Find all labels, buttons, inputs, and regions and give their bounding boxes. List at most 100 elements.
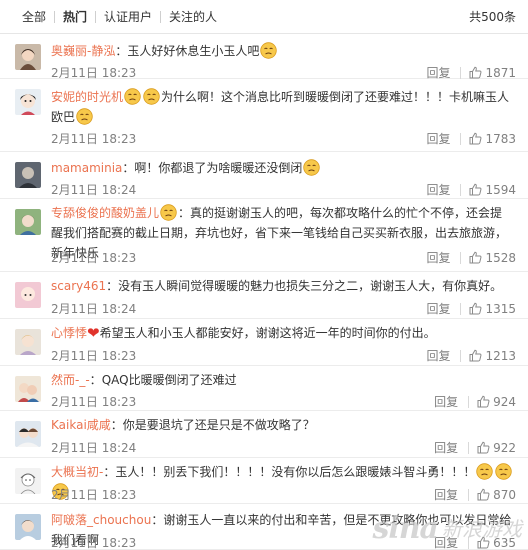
user-avatar[interactable] [15,44,41,70]
user-avatar[interactable] [15,282,41,308]
tab-following[interactable]: 关注的人 [161,0,225,34]
reply-button[interactable]: 回复 [426,181,460,198]
comment-separator: ： [106,279,119,293]
comment-timestamp: 2月11日 18:24 [51,441,137,455]
comment-total-count: 共500条 [469,10,516,24]
user-avatar[interactable] [15,89,41,115]
like-button[interactable]: 1213 [469,349,516,363]
reply-button[interactable]: 回复 [426,300,460,317]
like-count: 922 [493,440,516,455]
comment-body: 玉人好好休息生小玉人吧 [127,44,260,58]
comment-item: mamaminia：啊！你都退了为啥暖暖还没倒闭 2月11日 18:24 回复 159… [0,152,528,199]
thumbs-up-icon [477,488,490,501]
comment-body: 你是要退坑了还是只是不做攻略了？ [122,418,315,432]
comment-timestamp: 2月11日 18:24 [51,302,137,316]
comment-actions: 回复 1528 [426,249,516,266]
comment-timestamp: 2月11日 18:23 [51,488,137,502]
comment-item: scary461：没有玉人瞬间觉得暖暖的魅力也损失三分之二，谢谢玉人大，有你真好… [0,272,528,319]
tab-verified-users[interactable]: 认证用户 [96,0,160,34]
action-divider [460,183,462,196]
comment-item: 专舔俊俊的酸奶盖儿 ：真的挺谢谢玉人的吧，每次都攻略什么的忙个不停，还会提醒我们搭… [0,199,528,272]
action-divider [468,488,470,501]
action-divider [468,395,470,408]
like-count: 1528 [485,250,516,265]
comment-text: mamaminia：啊！你都退了为啥暖暖还没倒闭 [51,158,514,178]
reply-button[interactable]: 回复 [434,393,468,410]
comment-username[interactable]: 然而-_- [51,373,90,387]
thumbs-up-icon [469,66,482,79]
like-button[interactable]: 1871 [469,66,516,80]
reply-button[interactable]: 回复 [426,130,460,147]
thumbs-up-icon [469,183,482,196]
comment-text: scary461：没有玉人瞬间觉得暖暖的魅力也损失三分之二，谢谢玉人大，有你真好… [51,276,514,296]
comment-filter-tabs: 全部 热门 认证用户 关注的人 [0,0,528,34]
like-count: 924 [493,394,516,409]
user-avatar[interactable] [15,209,41,235]
reply-button[interactable]: 回复 [426,249,460,266]
like-button[interactable]: 1315 [469,302,516,316]
emoticon-icon [160,204,177,221]
user-avatar[interactable] [15,329,41,355]
comment-timestamp: 2月11日 18:23 [51,251,137,265]
comment-separator: ： [103,465,116,479]
sina-games-watermark: sina 新浪游戏 [372,511,522,546]
comment-username[interactable]: 专舔俊俊的酸奶盖儿 [51,206,159,220]
comment-item: 然而-_-：QAQ比暖暖倒闭了还难过 2月11日 18:23 回复 924 [0,366,528,411]
like-button[interactable]: 1783 [469,132,516,146]
comment-username[interactable]: 阿啵落_chouchou [51,513,151,527]
emoticon-icon [303,159,321,176]
comment-actions: 回复 1315 [426,300,516,317]
like-button[interactable]: 1594 [469,183,516,197]
action-divider [460,302,462,315]
like-count: 1783 [485,131,516,146]
comment-actions: 回复 924 [434,393,516,410]
like-button[interactable]: 870 [477,488,516,502]
comment-item: 奥巍丽-静泓：玉人好好休息生小玉人吧 2月11日 18:23 回复 1871 [0,34,528,80]
tab-all[interactable]: 全部 [14,0,54,34]
heart-icon: ❤ [87,324,100,342]
like-button[interactable]: 922 [477,441,516,455]
action-divider [460,66,462,79]
comment-actions: 回复 1213 [426,347,516,364]
comment-separator: ： [89,373,102,387]
comment-separator: ： [110,418,123,432]
comment-username[interactable]: 安妮的时光机 [51,90,123,104]
comment-actions: 回复 922 [434,439,516,456]
comment-timestamp: 2月11日 18:23 [51,132,137,146]
tab-hot[interactable]: 热门 [55,0,95,34]
reply-button[interactable]: 回复 [426,347,460,364]
user-avatar[interactable] [15,468,41,494]
comment-username[interactable]: Kaikai咸咸 [51,418,111,432]
user-avatar[interactable] [15,514,41,540]
comment-username[interactable]: 心悸悸 [51,326,87,340]
comment-username[interactable]: scary461 [51,279,106,293]
comment-body: 啊！你都退了为啥暖暖还没倒闭 [134,161,303,175]
comment-actions: 回复 1783 [426,130,516,147]
sina-logo: sina [372,511,439,546]
action-divider [460,251,462,264]
comment-text: 奥巍丽-静泓：玉人好好休息生小玉人吧 [51,41,514,61]
action-divider [460,132,462,145]
like-count: 1315 [485,301,516,316]
comment-username[interactable]: mamaminia [51,161,122,175]
comment-username[interactable]: 大概当初- [51,465,103,479]
emoticon-icon [124,88,141,105]
comment-username[interactable]: 奥巍丽-静泓 [51,44,115,58]
action-divider [468,441,470,454]
reply-button[interactable]: 回复 [434,486,468,503]
like-button[interactable]: 924 [477,395,516,409]
thumbs-up-icon [477,441,490,454]
reply-button[interactable]: 回复 [434,439,468,456]
comment-text: Kaikai咸咸：你是要退坑了还是只是不做攻略了？ [51,415,514,435]
emoticon-icon [143,88,160,105]
comment-text: 安妮的时光机 为什么啊！这个消息比听到暖暖倒闭了还要难过！！！卡机嘛玉人欧巴 [51,87,514,127]
thumbs-up-icon [469,349,482,362]
comment-actions: 回复 1594 [426,181,516,198]
like-count: 870 [493,487,516,502]
comment-body: 玉人！！别丢下我们！！！！没有你以后怎么跟暖婊斗智斗勇！！！ [115,465,476,479]
comment-list: 奥巍丽-静泓：玉人好好休息生小玉人吧 2月11日 18:23 回复 1871 安妮的时光… [0,34,528,550]
user-avatar[interactable] [15,376,41,402]
user-avatar[interactable] [15,162,41,188]
like-button[interactable]: 1528 [469,251,516,265]
user-avatar[interactable] [15,421,41,447]
